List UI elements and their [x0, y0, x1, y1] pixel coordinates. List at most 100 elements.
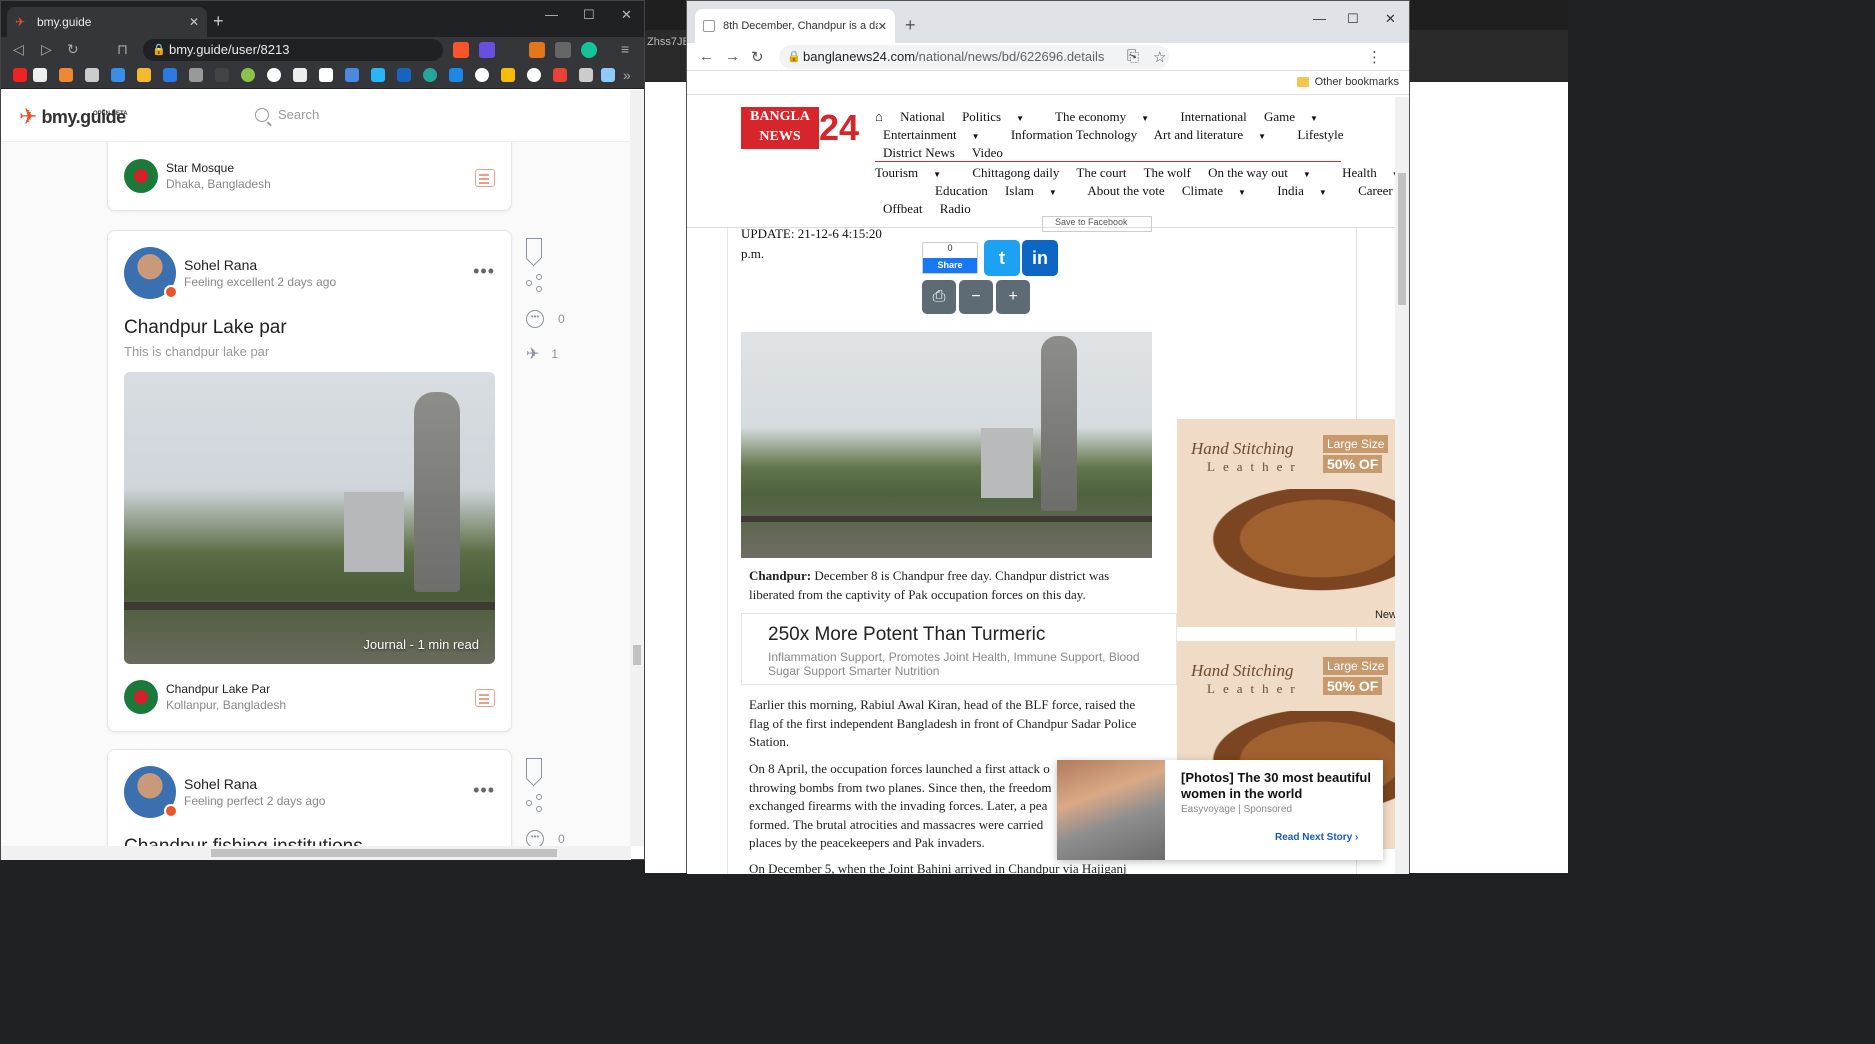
avatar[interactable]: [124, 766, 178, 818]
nav-politics[interactable]: Politics ▼: [962, 109, 1038, 124]
facebook-share-button[interactable]: 0 Share: [922, 242, 978, 274]
bookmark-icon[interactable]: [137, 68, 151, 82]
nav-economy[interactable]: The economy ▼: [1055, 109, 1163, 124]
home-icon[interactable]: ⌂: [875, 109, 883, 124]
post-image[interactable]: Journal - 1 min read: [124, 372, 495, 664]
vertical-scrollbar[interactable]: [630, 90, 644, 846]
side-ad[interactable]: Hand Stitching Leather Large Size 50% OF…: [1177, 419, 1396, 627]
comment-action[interactable]: ••• 0: [526, 830, 565, 846]
nav-entertainment[interactable]: Entertainment ▼: [883, 127, 994, 142]
nav-lifestyle[interactable]: Lifestyle: [1297, 127, 1343, 142]
bookmark-icon[interactable]: [163, 68, 177, 82]
bmy-guide-logo[interactable]: ✈ bmy.guide: [19, 104, 126, 130]
avatar[interactable]: [124, 247, 178, 299]
bookmark-icon[interactable]: [215, 68, 229, 82]
bookmark-icon[interactable]: [319, 68, 333, 82]
post-title[interactable]: Chandpur fishing institutions: [124, 836, 363, 846]
new-tab-icon[interactable]: +: [905, 15, 916, 36]
address-bar[interactable]: 🔒 banglanews24.com/national/news/bd/6226…: [779, 45, 1169, 69]
tab-bmy-guide[interactable]: ✈ bmy.guide ✕: [7, 7, 207, 37]
bookmark-icon[interactable]: [85, 68, 99, 82]
bookmark-icon[interactable]: [579, 68, 593, 82]
place-row[interactable]: Chandpur Lake Par Kollanpur, Bangladesh: [124, 680, 286, 714]
journal-icon[interactable]: [475, 689, 495, 707]
close-window-icon[interactable]: ✕: [621, 7, 632, 23]
google-drive-icon[interactable]: [501, 68, 515, 82]
reload-icon[interactable]: ↻: [67, 41, 79, 58]
other-bookmarks[interactable]: Other bookmarks: [1296, 76, 1399, 88]
nav-offbeat[interactable]: Offbeat: [883, 201, 922, 216]
save-to-facebook-button[interactable]: Save to Facebook: [1042, 216, 1152, 232]
scrollbar-thumb[interactable]: [633, 645, 641, 665]
grammarly-icon[interactable]: [581, 42, 597, 58]
post-author[interactable]: Sohel Rana: [184, 776, 257, 792]
bookmark-icon[interactable]: [241, 68, 255, 82]
nav-chittagong[interactable]: Chittagong daily: [972, 165, 1059, 180]
nav-game[interactable]: Game ▼: [1264, 109, 1332, 124]
minimize-icon[interactable]: —: [1313, 11, 1326, 26]
sponsored-popup[interactable]: [Photos] The 30 most beautiful women in …: [1057, 760, 1383, 860]
linkedin-button[interactable]: in: [1022, 240, 1058, 276]
menu-icon[interactable]: ⋮: [1367, 48, 1382, 66]
bookmark-icon[interactable]: [475, 68, 489, 82]
bookmark-icon[interactable]: [59, 68, 73, 82]
bookmark-icon[interactable]: [345, 68, 359, 82]
bookmark-action[interactable]: [526, 758, 542, 778]
maximize-icon[interactable]: ☐: [1347, 11, 1359, 27]
zoom-in-icon[interactable]: +: [996, 280, 1030, 314]
brave-rewards-icon[interactable]: [479, 42, 495, 58]
more-options-icon[interactable]: •••: [473, 780, 495, 801]
bookmark-page-icon[interactable]: ⊓: [117, 41, 128, 58]
new-tab-icon[interactable]: +: [213, 11, 224, 32]
bookmark-icon[interactable]: [423, 68, 437, 82]
bookmark-icon[interactable]: [293, 68, 307, 82]
reload-icon[interactable]: ↻: [751, 48, 764, 66]
address-bar[interactable]: 🔒 bmy.guide/user/8213: [143, 39, 443, 61]
bookmark-icon[interactable]: [601, 68, 615, 82]
nav-wolf[interactable]: The wolf: [1144, 165, 1191, 180]
translate-icon[interactable]: ⎘: [1127, 48, 1139, 65]
forward-icon[interactable]: →: [725, 48, 740, 65]
bookmark-icon[interactable]: [267, 68, 281, 82]
nav-district[interactable]: District News: [883, 145, 955, 160]
bookmark-action[interactable]: [526, 238, 542, 258]
twitter-button[interactable]: t: [984, 240, 1020, 276]
cc-extension-icon[interactable]: [555, 42, 571, 58]
nav-way-out[interactable]: On the way out ▼: [1208, 165, 1325, 180]
bookmark-icon[interactable]: [371, 68, 385, 82]
star-icon[interactable]: ☆: [1153, 48, 1166, 66]
post-author[interactable]: Sohel Rana: [184, 257, 257, 273]
menu-icon[interactable]: ≡: [621, 41, 629, 57]
search-box[interactable]: Search: [255, 107, 319, 122]
read-next-link[interactable]: Read Next Story ›: [1275, 832, 1358, 843]
bookmark-icon[interactable]: [189, 68, 203, 82]
nav-climate[interactable]: Climate ▼: [1182, 183, 1260, 198]
nav-tourism[interactable]: Tourism ▼: [875, 165, 955, 180]
share-action[interactable]: [526, 794, 544, 812]
nav-career[interactable]: Career: [1358, 183, 1393, 198]
bookmark-icon[interactable]: [13, 68, 27, 82]
nav-education[interactable]: Education: [935, 183, 988, 198]
nav-health[interactable]: Health ▼: [1342, 165, 1396, 180]
metamask-icon[interactable]: [529, 42, 545, 58]
nav-it[interactable]: Information Technology: [1011, 127, 1137, 142]
back-icon[interactable]: ◁: [13, 41, 24, 58]
close-tab-icon[interactable]: ✕: [189, 15, 199, 29]
close-window-icon[interactable]: ✕: [1385, 11, 1396, 27]
bookmark-icon[interactable]: [397, 68, 411, 82]
tab-banglanews[interactable]: 8th December, Chandpur is a day ✕: [695, 9, 895, 43]
bookmark-icon[interactable]: [33, 68, 47, 82]
banglanews24-logo[interactable]: BANGLA NEWS 24: [741, 107, 859, 149]
like-action[interactable]: ✈ 1: [526, 344, 558, 364]
nav-court[interactable]: The court: [1076, 165, 1126, 180]
gmail-icon[interactable]: [553, 68, 567, 82]
nav-vote[interactable]: About the vote: [1087, 183, 1164, 198]
minimize-icon[interactable]: —: [545, 7, 558, 22]
brave-shield-icon[interactable]: [453, 42, 469, 58]
place-card[interactable]: Star Mosque Dhaka, Bangladesh: [107, 142, 512, 211]
nav-art[interactable]: Art and literature ▼: [1154, 127, 1280, 142]
share-action[interactable]: [526, 274, 544, 292]
nav-islam[interactable]: Islam ▼: [1005, 183, 1071, 198]
nav-national[interactable]: National: [900, 109, 945, 124]
nav-video[interactable]: Video: [972, 145, 1003, 160]
